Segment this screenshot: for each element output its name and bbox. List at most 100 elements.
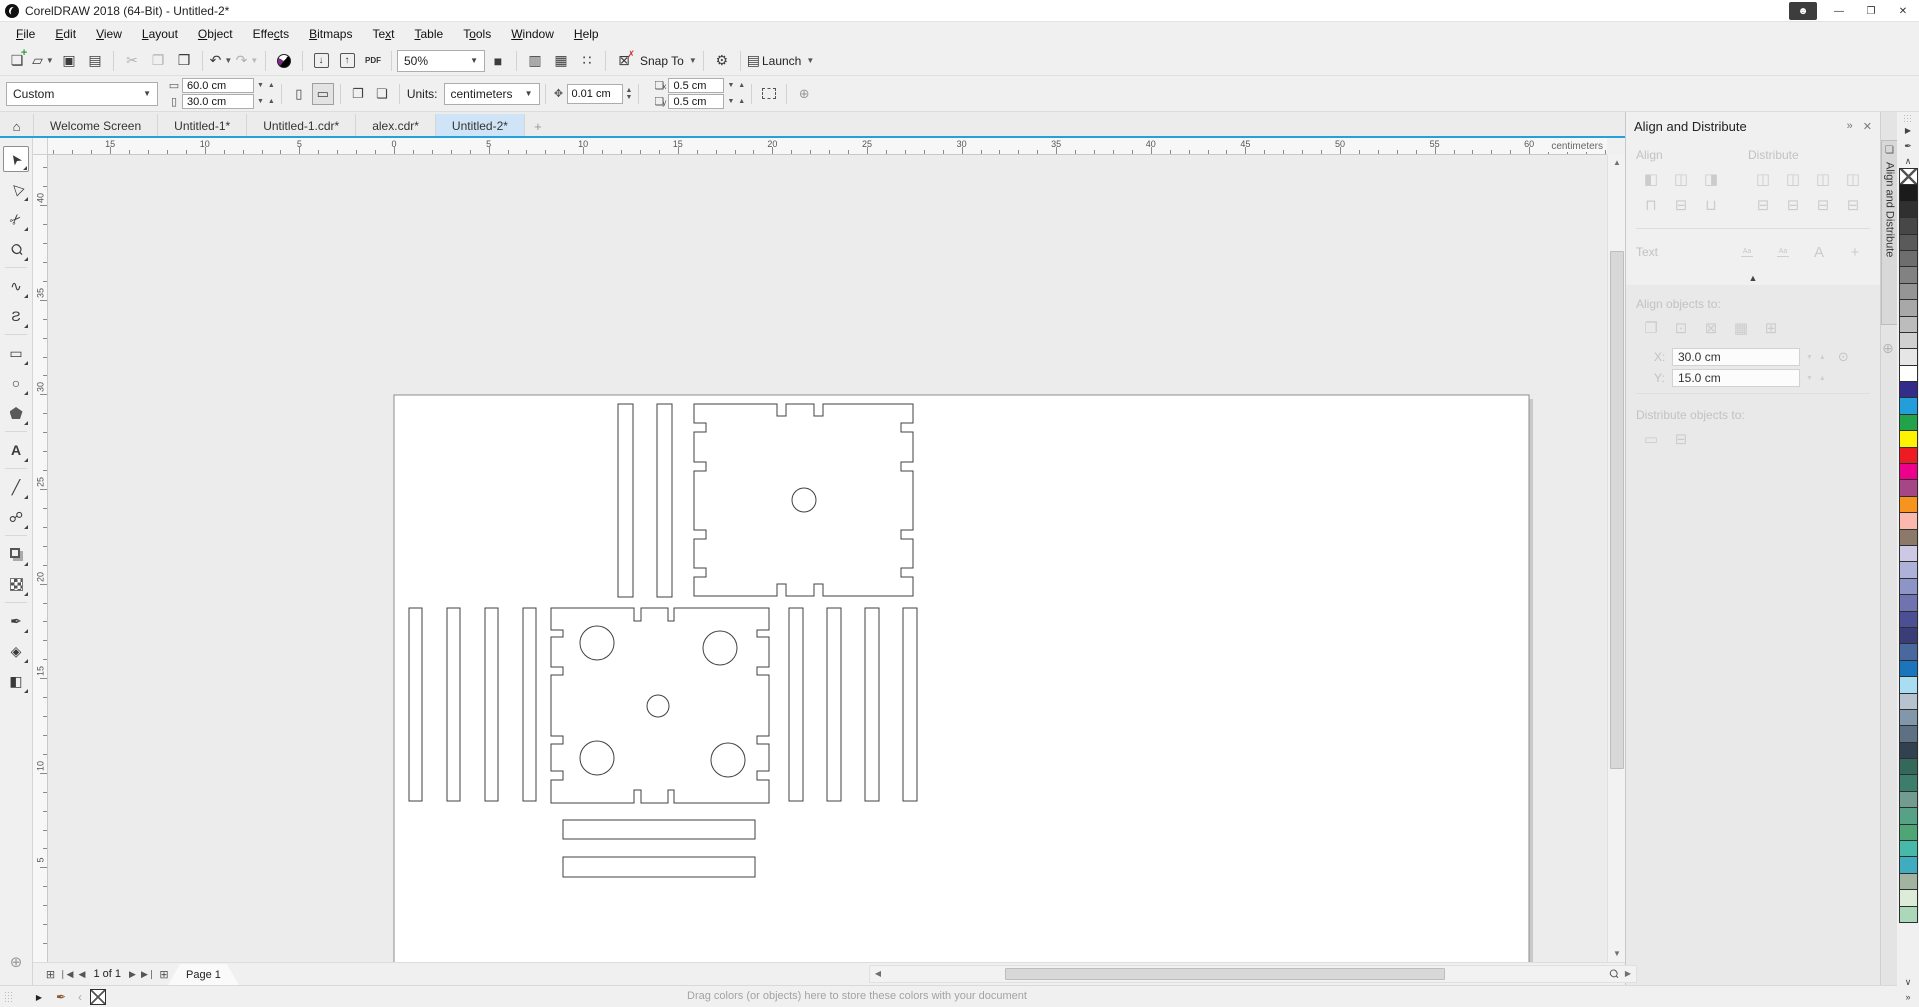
text-baseline-last-button[interactable]: Aa — [1768, 239, 1798, 265]
previous-page-icon[interactable]: ◀ — [74, 969, 89, 980]
all-pages-button[interactable]: ❐ — [347, 83, 369, 105]
color-swatch[interactable] — [1898, 397, 1918, 415]
drawing-object[interactable] — [646, 694, 670, 718]
show-rulers-button[interactable]: ▥ — [523, 49, 547, 73]
portrait-button[interactable]: ▯ — [288, 83, 310, 105]
text-bounding-box-button[interactable]: A — [1804, 239, 1834, 265]
publish-pdf-button[interactable]: PDF — [361, 49, 385, 73]
connector-tool[interactable]: ☍ — [3, 504, 29, 530]
drawing-object[interactable] — [791, 487, 817, 513]
save-button[interactable]: ▣ — [57, 49, 81, 73]
vertical-ruler[interactable]: 40 35 30 25 20 15 10 5 — [33, 155, 48, 962]
tab-untitled-1-cdr-[interactable]: Untitled-1.cdr* — [247, 114, 357, 138]
distribute-left-button[interactable]: ◫ — [1748, 166, 1778, 192]
align-center-v-button[interactable]: ⊟ — [1666, 192, 1696, 218]
specify-point-icon[interactable]: ⊙ — [1838, 349, 1849, 365]
distribute-top-button[interactable]: ⊟ — [1748, 192, 1778, 218]
color-swatch[interactable] — [1898, 758, 1918, 776]
palette-scroll-down-icon[interactable]: ∨ — [1905, 975, 1912, 990]
color-swatch[interactable] — [1898, 249, 1918, 268]
distribute-spacing-h-button[interactable]: ◫ — [1808, 166, 1838, 192]
snap-to-dropdown[interactable]: Snap To ▼ — [638, 49, 697, 73]
color-swatch[interactable] — [1898, 774, 1918, 792]
color-swatch[interactable] — [1898, 676, 1918, 694]
docker-float-icon[interactable]: » — [1847, 120, 1853, 133]
distribute-right-button[interactable]: ◫ — [1838, 166, 1868, 192]
drawing-object[interactable] — [562, 819, 756, 840]
distribute-spacing-v-button[interactable]: ⊟ — [1808, 192, 1838, 218]
active-objects-button[interactable]: ❐ — [1636, 315, 1666, 341]
drawing-object[interactable] — [522, 607, 537, 802]
drawing-object[interactable] — [902, 607, 918, 802]
horizontal-scrollbar[interactable]: ◀ ▶ — [869, 965, 1637, 983]
color-swatch[interactable] — [1898, 708, 1918, 727]
add-page-before-icon[interactable]: ⊞ — [43, 968, 58, 981]
tab-untitled-2-[interactable]: Untitled-2* — [435, 114, 525, 138]
menu-effects[interactable]: Effects — [243, 24, 299, 44]
color-swatch[interactable] — [1898, 725, 1918, 743]
align-top-button[interactable]: ⊓ — [1636, 192, 1666, 218]
no-color-swatch[interactable] — [1898, 168, 1918, 186]
scroll-up-icon[interactable]: ▲ — [1608, 155, 1626, 171]
color-swatch[interactable] — [1898, 577, 1918, 596]
color-swatch[interactable] — [1898, 184, 1918, 202]
redo-button[interactable]: ↷ ▼ — [235, 49, 259, 73]
color-swatch[interactable] — [1898, 364, 1918, 383]
color-swatch[interactable] — [1898, 413, 1918, 432]
cut-button[interactable]: ✂ — [120, 49, 144, 73]
status-grip[interactable] — [4, 991, 12, 1003]
color-swatch[interactable] — [1898, 463, 1918, 481]
drawing-object[interactable] — [788, 607, 804, 802]
color-swatch[interactable] — [1898, 331, 1918, 350]
distribute-center-h-button[interactable]: ◫ — [1778, 166, 1808, 192]
color-swatch[interactable] — [1898, 217, 1918, 235]
new-tab-button[interactable]: + — [525, 114, 551, 138]
account-icon[interactable]: ☻ — [1789, 2, 1817, 20]
options-button[interactable]: ⚙ — [710, 49, 734, 73]
menu-view[interactable]: View — [86, 24, 132, 44]
align-center-h-button[interactable]: ◫ — [1666, 166, 1696, 192]
interactive-fill-tool[interactable]: ◈ — [3, 638, 29, 664]
color-swatch[interactable] — [1898, 299, 1918, 317]
landscape-button[interactable]: ▭ — [311, 82, 334, 105]
zoom-levels-combo[interactable]: 50% ▼ — [397, 49, 485, 72]
menu-bitmaps[interactable]: Bitmaps — [299, 24, 362, 44]
current-page-button[interactable]: ❏ — [371, 83, 393, 105]
text-tool[interactable]: A — [3, 437, 29, 463]
duplicate-x-spinner[interactable]: ▼ ▲ — [727, 82, 746, 89]
paste-button[interactable]: ❒ — [172, 49, 196, 73]
shape-tool[interactable]: ▷ — [3, 176, 29, 202]
new-document-button[interactable]: ❏ — [5, 47, 29, 73]
align-y-field[interactable]: 15.0 cm — [1672, 369, 1800, 387]
close-button[interactable]: ✕ — [1887, 0, 1919, 22]
rectangle-tool[interactable]: ▭ — [3, 340, 29, 366]
palette-row-eyedropper-icon[interactable]: ✒ — [52, 986, 70, 1007]
dimension-tool[interactable]: ╱ — [3, 474, 29, 500]
duplicate-distance-x-field[interactable]: 0.5 cm — [668, 78, 725, 93]
show-grid-button[interactable]: ▦ — [549, 49, 573, 73]
drawing-object[interactable] — [562, 856, 756, 878]
palette-flyout-icon[interactable]: ▶ — [1905, 124, 1911, 139]
artistic-media-tool[interactable]: Ƨ — [3, 303, 29, 329]
last-page-icon[interactable]: ▶❘ — [140, 969, 156, 980]
palette-eyedropper-icon[interactable]: ✒ — [1904, 139, 1912, 154]
quick-customize-icon[interactable]: ⊕ — [1882, 340, 1894, 357]
zoom-tool-icon[interactable]: Ϙ — [1605, 965, 1623, 983]
color-swatch[interactable] — [1898, 856, 1918, 874]
nudge-spinner[interactable]: ▲ ▼ — [626, 87, 634, 101]
menu-tools[interactable]: Tools — [453, 24, 501, 44]
color-swatch[interactable] — [1898, 200, 1918, 219]
drawing-object[interactable] — [656, 403, 673, 598]
color-swatch[interactable] — [1898, 823, 1918, 842]
color-swatch[interactable] — [1898, 889, 1918, 907]
color-eyedropper-tool[interactable]: ✒ — [3, 608, 29, 634]
scroll-left-icon[interactable]: ◀ — [870, 966, 886, 982]
color-swatch[interactable] — [1898, 905, 1918, 923]
color-swatch[interactable] — [1898, 495, 1918, 514]
zoom-tool[interactable]: Ϙ — [3, 236, 29, 262]
color-swatch[interactable] — [1898, 315, 1918, 333]
tab-alex-cdr-[interactable]: alex.cdr* — [356, 114, 436, 138]
drawing-object[interactable] — [864, 607, 880, 802]
add-page-after-icon[interactable]: ⊞ — [156, 968, 171, 981]
drawing-canvas[interactable] — [33, 155, 1607, 962]
